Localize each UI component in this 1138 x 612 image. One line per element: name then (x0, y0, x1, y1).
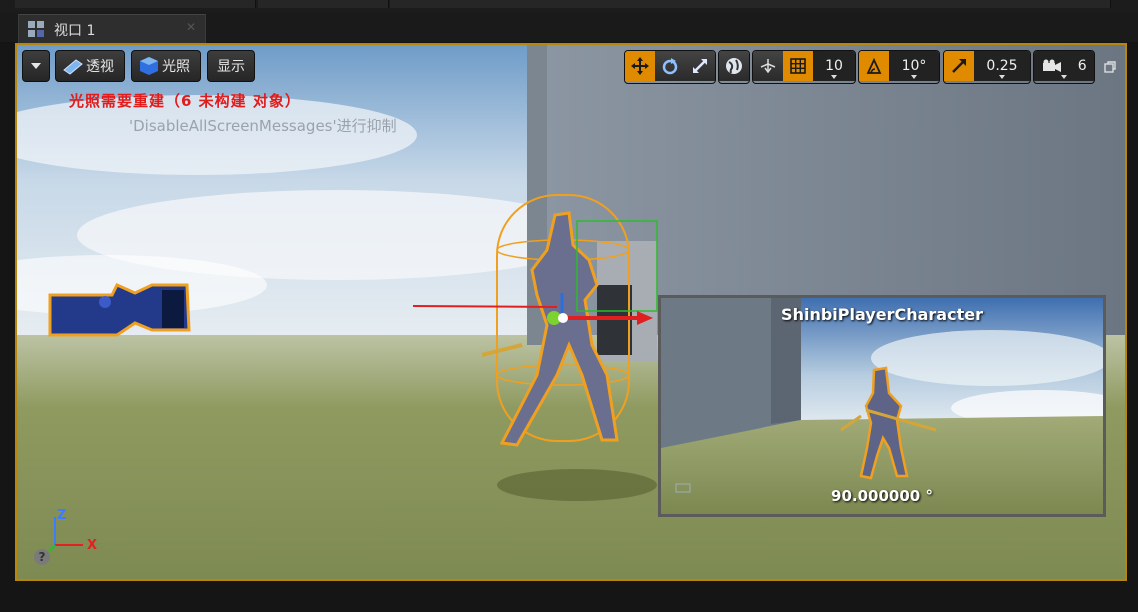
camera-preview: ShinbiPlayerCharacter 90.000000 ° (658, 295, 1106, 517)
lit-cube-icon (140, 57, 158, 75)
surface-snap-icon (760, 59, 776, 74)
preview-actor-name: ShinbiPlayerCharacter (781, 305, 983, 324)
show-button[interactable]: 显示 (207, 50, 255, 82)
dropdown-caret-icon (911, 75, 917, 79)
preview-angle-readout: 90.000000 ° (831, 487, 933, 505)
dropdown-caret-icon (1061, 75, 1067, 79)
lit-mode-button[interactable]: 光照 (131, 50, 201, 82)
strip-segment (258, 0, 389, 8)
strip-segment (15, 0, 256, 8)
lit-mode-label: 光照 (162, 59, 190, 75)
grid-snap-group: 10 (752, 50, 856, 84)
globe-icon (726, 58, 742, 74)
top-strip (0, 0, 1138, 12)
tab-bar: 视口 1 ✕ (0, 12, 1138, 43)
restore-viewport-icon[interactable] (1104, 61, 1116, 73)
viewport-options-button[interactable] (22, 50, 50, 82)
help-icon[interactable]: ? (34, 549, 50, 565)
level-viewport[interactable]: 透视 光照 显示 10 10° 0.25 6 光照需要重建（6 未构建 对象） … (15, 43, 1127, 581)
close-icon[interactable]: ✕ (185, 21, 197, 33)
surface-snap-button[interactable] (753, 51, 783, 81)
grid-snap-value-dropdown[interactable]: 10 (813, 51, 855, 81)
scale-snap-group: 0.25 (943, 50, 1031, 84)
perspective-icon (63, 59, 83, 75)
axis-x-label: X (87, 538, 98, 553)
video-camera-icon (1043, 59, 1062, 72)
rotation-snap-value-dropdown[interactable]: 10° (889, 51, 939, 81)
scale-snap-toggle[interactable] (944, 51, 974, 81)
grid-snap-toggle[interactable] (783, 51, 813, 81)
camera-speed-dropdown[interactable]: 6 (1034, 51, 1094, 81)
suppress-hint: 'DisableAllScreenMessages'进行抑制 (129, 117, 397, 135)
perspective-button[interactable]: 透视 (55, 50, 125, 82)
camera-speed-value: 6 (1077, 58, 1087, 74)
scale-arrow-icon (952, 59, 966, 73)
rotation-snap-toggle[interactable] (859, 51, 889, 81)
strip-segment (390, 0, 1111, 8)
scale-icon (693, 59, 707, 73)
rotation-snap-value: 10° (901, 58, 927, 74)
transform-mode-group (624, 50, 716, 84)
translate-mode-button[interactable] (625, 51, 655, 81)
perspective-label: 透视 (86, 59, 114, 75)
rotation-snap-group: 10° (858, 50, 940, 84)
scale-snap-value-dropdown[interactable]: 0.25 (974, 51, 1030, 81)
angle-icon (866, 57, 882, 74)
tab-title: 视口 1 (54, 23, 96, 39)
viewport-layout-icon (28, 21, 44, 37)
move-arrows-icon (631, 57, 649, 75)
rotate-icon (662, 58, 678, 75)
scale-snap-value: 0.25 (986, 58, 1018, 74)
rotate-mode-button[interactable] (655, 51, 685, 81)
scale-mode-button[interactable] (685, 51, 715, 81)
grid-snap-value: 10 (825, 58, 843, 74)
lighting-rebuild-warning: 光照需要重建（6 未构建 对象） (69, 92, 301, 110)
camera-speed-group: 6 (1033, 50, 1095, 84)
camera-preview-render (661, 298, 1103, 514)
coordinate-system-group (718, 50, 750, 84)
dropdown-caret-icon (999, 75, 1005, 79)
tab-viewport-1[interactable]: 视口 1 ✕ (18, 14, 206, 43)
grid-icon (790, 58, 806, 74)
show-label: 显示 (217, 59, 245, 75)
dropdown-caret-icon (831, 75, 837, 79)
axis-z-label: Z (57, 508, 67, 523)
world-coordinate-button[interactable] (719, 51, 749, 81)
chevron-down-icon (31, 63, 41, 69)
